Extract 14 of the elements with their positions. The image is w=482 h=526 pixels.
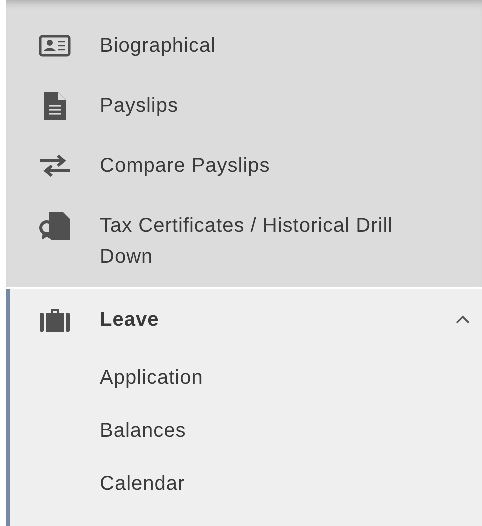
submenu-item[interactable]: Application: [100, 362, 204, 392]
submenu-item[interactable]: Balances: [100, 416, 186, 446]
document-icon: [43, 91, 67, 121]
menu-item[interactable]: Payslips: [6, 90, 482, 150]
chevron-up-icon[interactable]: [456, 315, 470, 325]
id-card-icon: [39, 35, 71, 57]
menu-item[interactable]: Compare Payslips: [6, 150, 482, 210]
suitcase-icon: [39, 307, 71, 333]
submenu-item[interactable]: Calendar: [100, 468, 186, 498]
menu-item[interactable]: Tax Certificates / Historical Drill Down: [6, 210, 482, 273]
certificate-icon: [39, 211, 71, 241]
leave-header[interactable]: Leave: [10, 289, 482, 351]
menu-item[interactable]: Biographical: [6, 30, 482, 90]
swap-arrows-icon: [39, 155, 71, 177]
